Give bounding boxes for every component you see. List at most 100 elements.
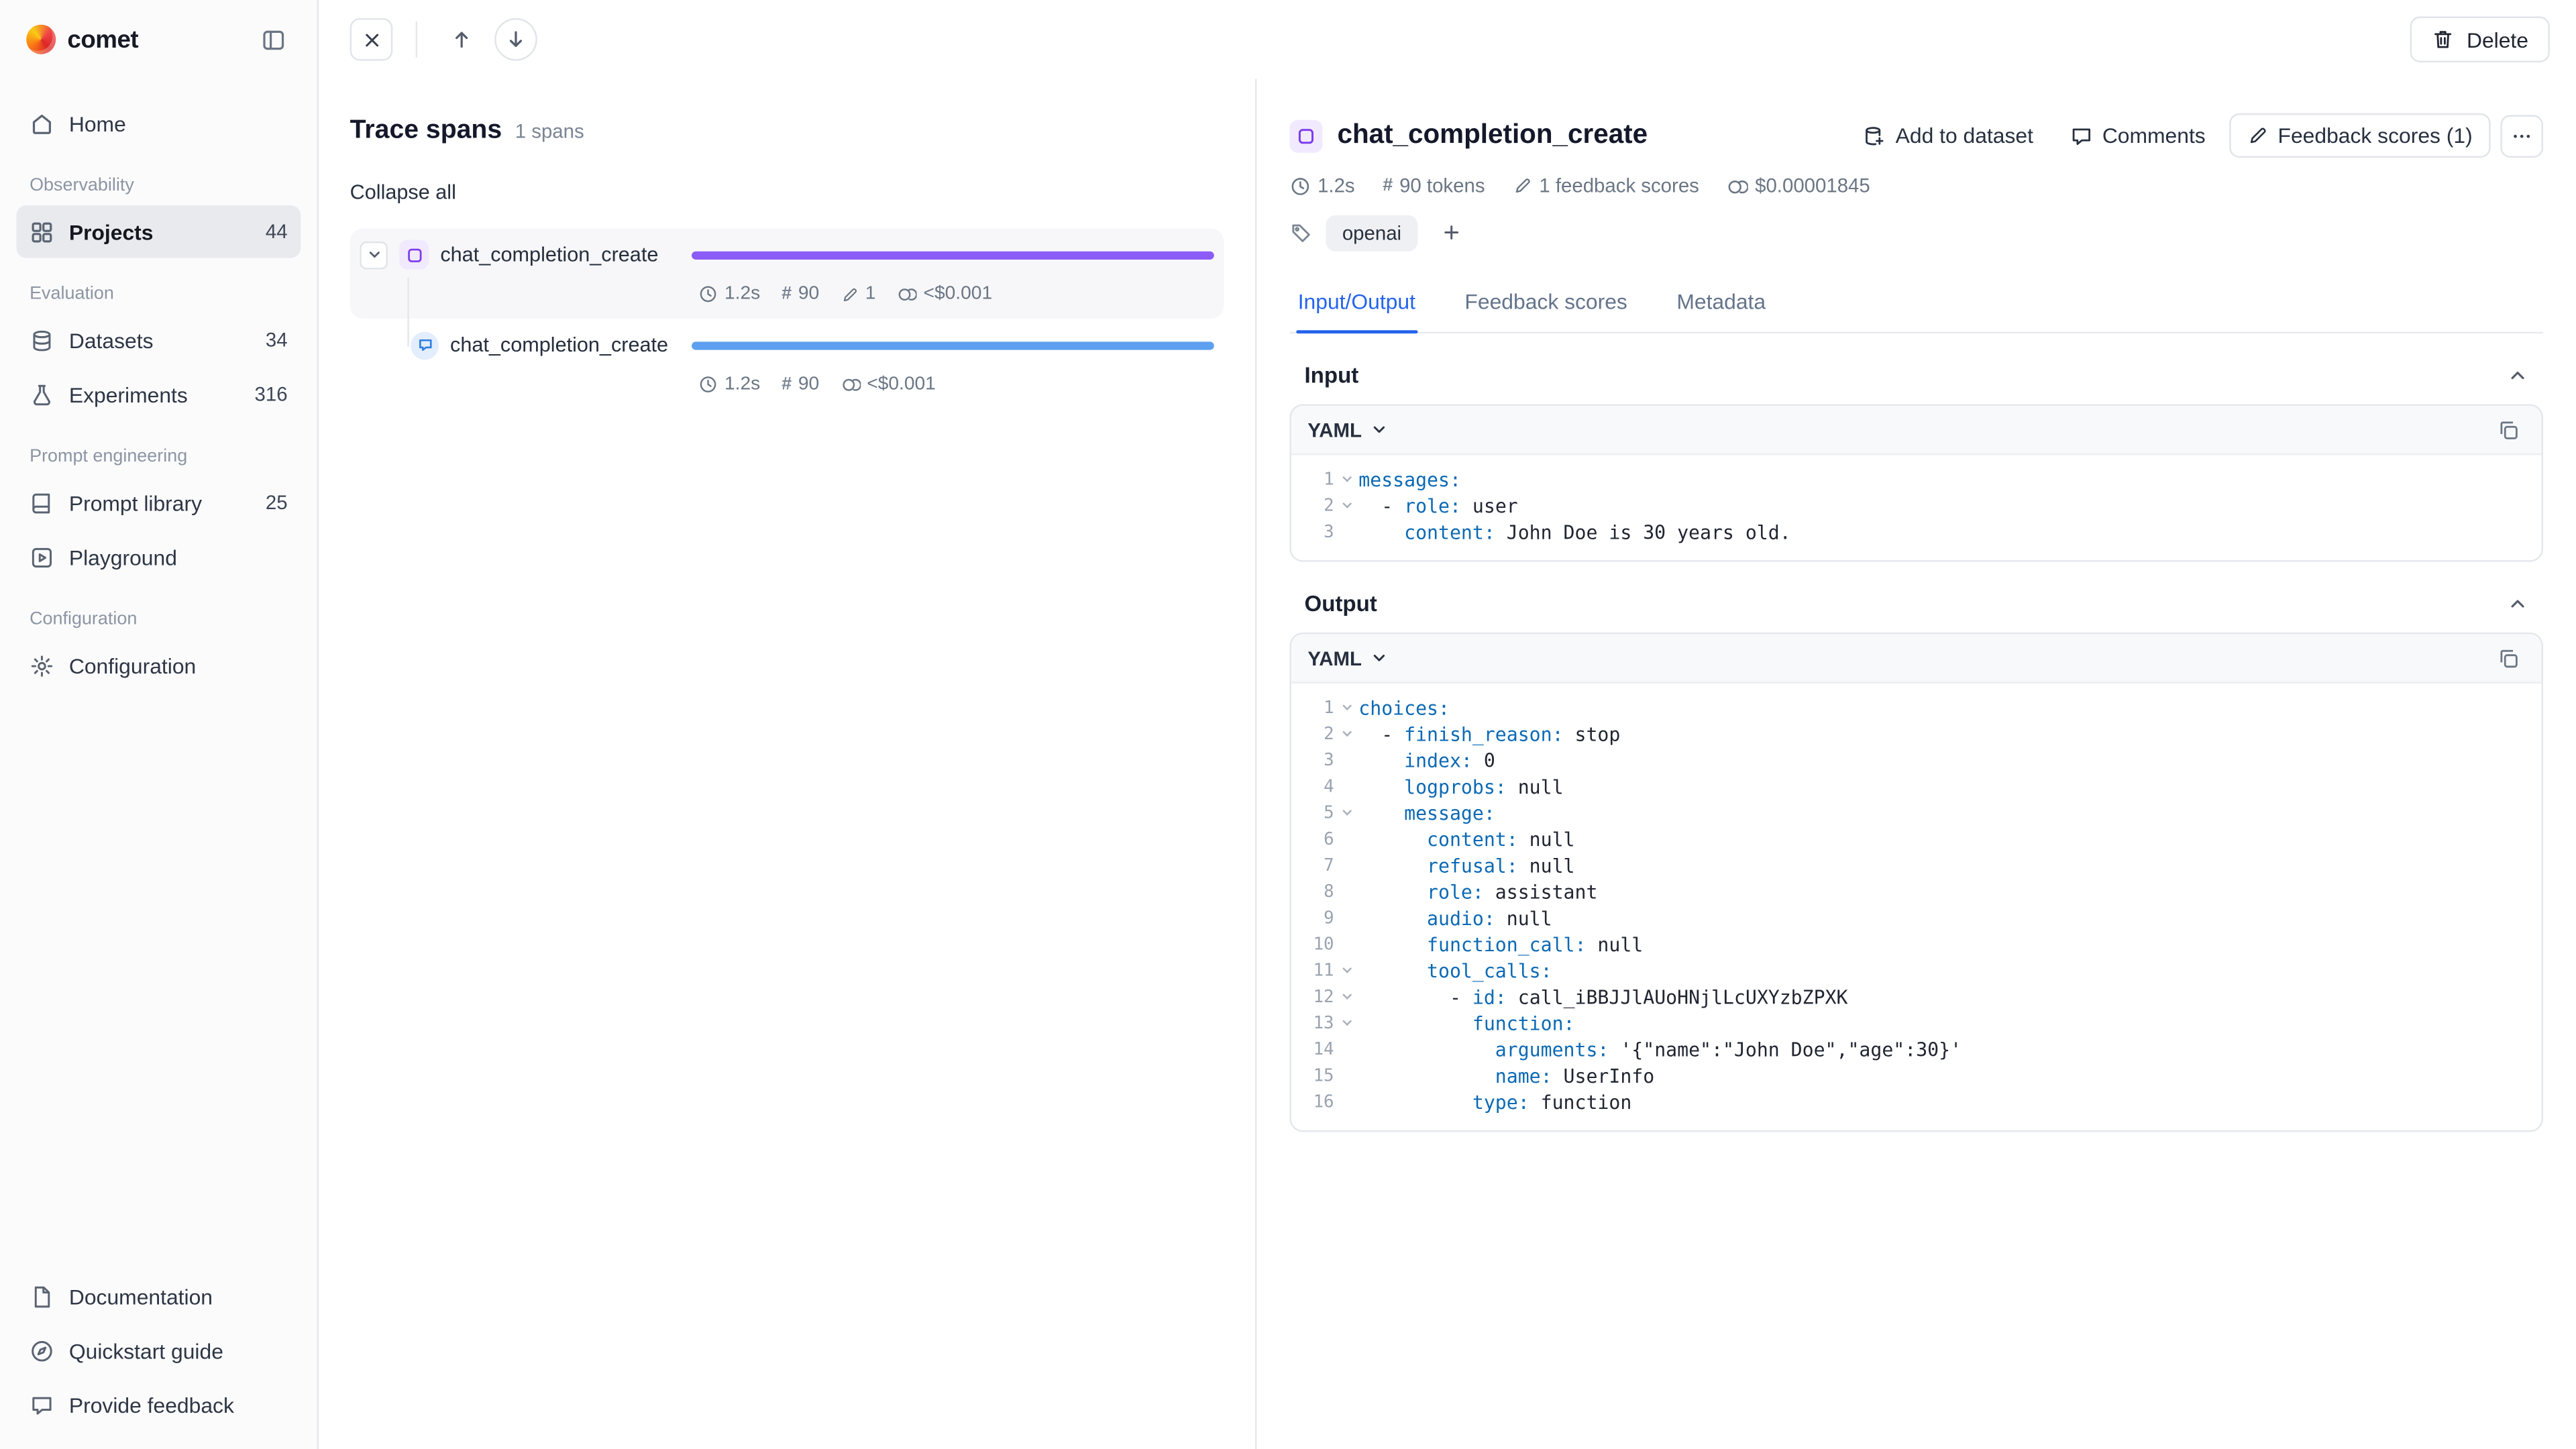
sidebar-item-label: Quickstart guide — [69, 1338, 223, 1363]
pencil-icon — [1513, 176, 1532, 195]
sidebar-item-datasets[interactable]: Datasets 34 — [16, 314, 301, 366]
sidebar-item-configuration[interactable]: Configuration — [16, 639, 301, 692]
copy-output-button[interactable] — [2492, 641, 2525, 674]
chevron-up-icon[interactable] — [2507, 593, 2528, 614]
sidebar-item-label: Home — [69, 111, 126, 136]
span-duration-stat: 1.2s — [698, 284, 760, 304]
span-name[interactable]: chat_completion_create — [440, 243, 658, 266]
code-text: function_call: null — [1358, 933, 1643, 956]
code-line: 15 name: UserInfo — [1291, 1063, 2542, 1089]
code-text: role: assistant — [1358, 881, 1597, 904]
fold-chevron-icon[interactable] — [1334, 502, 1359, 509]
fold-chevron-icon[interactable] — [1334, 705, 1359, 712]
sidebar-item-documentation[interactable]: Documentation — [16, 1270, 301, 1322]
comet-logo[interactable]: comet — [26, 25, 138, 54]
tab-feedback-scores[interactable]: Feedback scores — [1463, 273, 1629, 332]
comments-button[interactable]: Comments — [2056, 115, 2218, 156]
sidebar-header: comet — [16, 0, 301, 79]
output-section-title: Output — [1304, 592, 1377, 616]
sidebar-item-home[interactable]: Home — [16, 97, 301, 149]
fold-chevron-icon[interactable] — [1334, 731, 1359, 738]
code-line: 11 tool_calls: — [1291, 958, 2542, 984]
span-row-root[interactable]: chat_completion_create 1.2s # 90 — [350, 228, 1224, 319]
span-feedback-stat: 1 — [841, 284, 875, 304]
add-to-dataset-button[interactable]: Add to dataset — [1849, 115, 2046, 156]
pencil-icon — [2247, 125, 2268, 146]
sidebar: comet Home Observability Projects 44 Eva… — [0, 0, 319, 1449]
feedback-scores-button[interactable]: Feedback scores (1) — [2229, 113, 2491, 158]
line-number: 7 — [1291, 856, 1334, 875]
chevron-up-icon[interactable] — [2507, 365, 2528, 386]
line-number: 2 — [1291, 496, 1334, 516]
code-text: audio: null — [1358, 907, 1552, 930]
more-actions-button[interactable] — [2500, 114, 2543, 157]
span-detail-title: chat_completion_create — [1337, 120, 1835, 152]
span-duration-stat: 1.2s — [698, 374, 760, 394]
database-plus-icon — [1863, 124, 1886, 147]
home-icon — [30, 111, 54, 136]
tree-connector — [407, 278, 409, 347]
playground-icon — [30, 545, 54, 570]
span-name[interactable]: chat_completion_create — [450, 333, 668, 356]
add-tag-button[interactable] — [1431, 213, 1470, 251]
code-text: arguments: '{"name":"John Doe","age":30}… — [1358, 1038, 1962, 1061]
span-duration-bar[interactable] — [692, 341, 1214, 349]
output-code: 1choices:2 - finish_reason: stop3 index:… — [1291, 684, 2542, 1130]
fold-chevron-icon[interactable] — [1334, 810, 1359, 816]
sidebar-item-label: Documentation — [69, 1284, 213, 1309]
collapse-sidebar-icon[interactable] — [255, 21, 291, 58]
tree-indent — [360, 344, 399, 345]
code-text: type: function — [1358, 1091, 1631, 1114]
arrow-down-icon — [504, 28, 527, 51]
input-code-card: YAML 1messages:2 - role: user3 content: … — [1289, 404, 2543, 561]
document-icon — [30, 1284, 54, 1309]
span-row-child[interactable]: chat_completion_create 1.2s # 90 — [350, 319, 1224, 409]
code-text: tool_calls: — [1358, 959, 1552, 982]
output-format-select[interactable]: YAML — [1307, 647, 1388, 669]
input-format-select[interactable]: YAML — [1307, 418, 1388, 441]
feedback-scores-stat: 1 feedback scores — [1513, 174, 1699, 197]
hash-icon: # — [1383, 176, 1393, 195]
fold-chevron-icon[interactable] — [1334, 994, 1359, 1001]
tab-metadata[interactable]: Metadata — [1675, 273, 1768, 332]
sidebar-item-experiments[interactable]: Experiments 316 — [16, 368, 301, 421]
copy-icon — [2497, 418, 2520, 441]
prompt-library-count: 25 — [266, 491, 288, 514]
tag-openai[interactable]: openai — [1326, 215, 1417, 251]
next-trace-button[interactable] — [494, 18, 537, 61]
collapse-all-button[interactable]: Collapse all — [350, 180, 456, 203]
code-text: name: UserInfo — [1358, 1065, 1654, 1087]
topbar: Delete — [319, 0, 2576, 79]
input-section-header[interactable]: Input — [1289, 333, 2543, 404]
line-number: 5 — [1291, 804, 1334, 823]
sidebar-item-quickstart-guide[interactable]: Quickstart guide — [16, 1324, 301, 1377]
sidebar-item-prompt-library[interactable]: Prompt library 25 — [16, 476, 301, 529]
gear-icon — [30, 653, 54, 678]
delete-button[interactable]: Delete — [2411, 16, 2550, 62]
code-line: 13 function: — [1291, 1010, 2542, 1036]
code-line: 3 content: John Doe is 30 years old. — [1291, 519, 2542, 545]
output-section-header[interactable]: Output — [1289, 562, 2543, 633]
fold-chevron-icon[interactable] — [1334, 1020, 1359, 1027]
fold-chevron-icon[interactable] — [1334, 476, 1359, 483]
expand-chevron-icon[interactable] — [360, 241, 388, 269]
tab-input-output[interactable]: Input/Output — [1296, 273, 1417, 332]
code-text: refusal: null — [1358, 854, 1574, 877]
sidebar-item-label: Prompt library — [69, 490, 202, 515]
code-line: 4 logprobs: null — [1291, 773, 2542, 800]
fold-chevron-icon[interactable] — [1334, 967, 1359, 974]
input-code: 1messages:2 - role: user3 content: John … — [1291, 455, 2542, 560]
sidebar-footer: Documentation Quickstart guide Provide f… — [16, 1269, 301, 1433]
code-text: content: John Doe is 30 years old. — [1358, 521, 1790, 543]
close-trace-button[interactable] — [350, 18, 393, 61]
span-duration-bar[interactable] — [692, 250, 1214, 258]
sidebar-item-provide-feedback[interactable]: Provide feedback — [16, 1379, 301, 1431]
sidebar-item-projects[interactable]: Projects 44 — [16, 205, 301, 258]
span-detail-panel: chat_completion_create Add to dataset Co… — [1256, 79, 2576, 1449]
code-line: 7 refusal: null — [1291, 853, 2542, 879]
code-text: - finish_reason: stop — [1358, 723, 1620, 746]
datasets-icon — [30, 328, 54, 353]
copy-input-button[interactable] — [2492, 413, 2525, 446]
sidebar-item-playground[interactable]: Playground — [16, 531, 301, 583]
previous-trace-button[interactable] — [440, 18, 483, 61]
